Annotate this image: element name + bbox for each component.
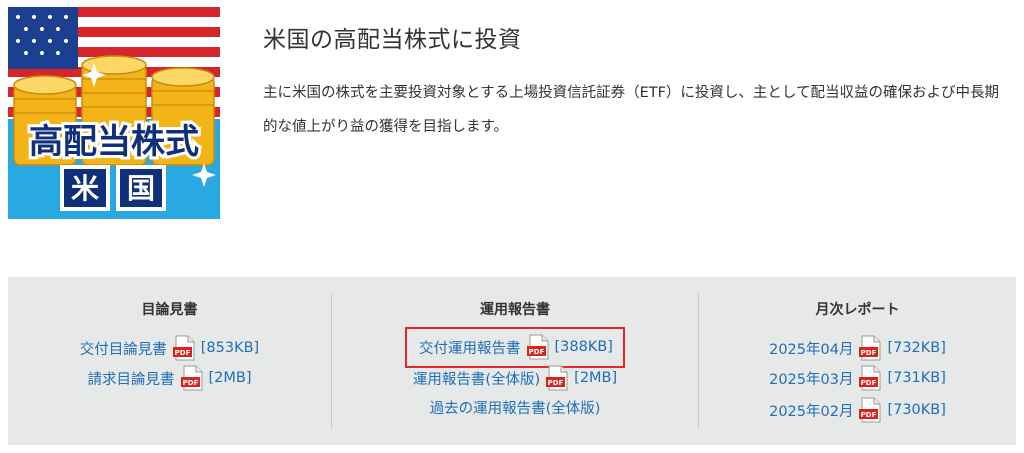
delivered-report-link[interactable]: 交付運用報告書	[419, 337, 521, 358]
pdf-icon[interactable]: PDF	[859, 397, 881, 423]
report-link-row: 過去の運用報告書(全体版)	[332, 397, 698, 421]
label-char-2: 国	[127, 172, 155, 205]
monthly-report-link[interactable]: 2025年03月	[769, 368, 853, 389]
fund-thumbnail: 高配当株式 米 国	[8, 7, 220, 219]
svg-text:PDF: PDF	[548, 379, 564, 387]
svg-text:PDF: PDF	[861, 411, 877, 419]
highlighted-report-box: 交付運用報告書 PDF [388KB]	[405, 327, 625, 368]
requested-prospectus-link[interactable]: 請求目論見書	[88, 368, 175, 389]
monthly-heading: 月次レポート	[815, 302, 900, 318]
monthly-column: 月次レポート 2025年04月 PDF [732KB] 2025年03月 PDF…	[699, 277, 1016, 445]
pdf-icon[interactable]: PDF	[180, 365, 203, 391]
prospectus-heading: 目論見書	[141, 302, 198, 318]
monthly-report-link[interactable]: 2025年02月	[769, 400, 853, 421]
pdf-icon[interactable]: PDF	[859, 365, 881, 391]
fund-title: 米国の高配当株式に投資	[263, 27, 522, 53]
reports-heading: 運用報告書	[480, 302, 550, 318]
banner-text: 高配当株式	[29, 122, 199, 162]
file-size[interactable]: [730KB]	[887, 402, 945, 418]
monthly-link-row: 2025年03月 PDF [731KB]	[699, 365, 1016, 391]
file-size[interactable]: [853KB]	[201, 340, 259, 356]
pdf-icon[interactable]: PDF	[172, 335, 195, 361]
monthly-link-row: 2025年02月 PDF [730KB]	[699, 397, 1016, 423]
delivered-prospectus-link[interactable]: 交付目論見書	[80, 338, 167, 359]
monthly-report-link[interactable]: 2025年04月	[769, 338, 853, 359]
monthly-link-row: 2025年04月 PDF [732KB]	[699, 335, 1016, 361]
pdf-icon[interactable]: PDF	[859, 335, 881, 361]
documents-panel: 目論見書 交付目論見書 PDF [853KB] 請求目論見書 PDF [2MB]…	[8, 277, 1016, 445]
file-size[interactable]: [2MB]	[574, 370, 617, 386]
prospectus-column: 目論見書 交付目論見書 PDF [853KB] 請求目論見書 PDF [2MB]	[8, 277, 331, 445]
svg-text:PDF: PDF	[182, 379, 198, 387]
prospectus-link-row: 交付目論見書 PDF [853KB]	[8, 335, 331, 361]
report-link-row: 運用報告書(全体版) PDF [2MB]	[332, 365, 698, 391]
file-size[interactable]: [2MB]	[209, 370, 252, 386]
full-report-link[interactable]: 運用報告書(全体版)	[413, 368, 540, 389]
pdf-icon[interactable]: PDF	[526, 334, 549, 360]
file-size[interactable]: [388KB]	[555, 339, 613, 355]
svg-text:PDF: PDF	[861, 349, 877, 357]
label-char-1: 米	[71, 172, 99, 205]
us-high-dividend-illustration: 高配当株式 米 国	[8, 7, 220, 219]
file-size[interactable]: [732KB]	[887, 340, 945, 356]
report-link-row: 交付運用報告書 PDF [388KB]	[332, 327, 698, 368]
svg-text:PDF: PDF	[528, 348, 544, 356]
past-reports-link[interactable]: 過去の運用報告書(全体版)	[430, 397, 601, 418]
svg-text:PDF: PDF	[174, 349, 190, 357]
pdf-icon[interactable]: PDF	[546, 365, 568, 391]
reports-column: 運用報告書 交付運用報告書 PDF [388KB] 運用報告書(全体版) PDF…	[332, 277, 698, 445]
svg-text:PDF: PDF	[861, 379, 877, 387]
file-size[interactable]: [731KB]	[887, 370, 945, 386]
fund-description: 主に米国の株式を主要投資対象とする上場投資信託証券（ETF）に投資し、主として配…	[263, 85, 999, 135]
prospectus-link-row: 請求目論見書 PDF [2MB]	[8, 365, 331, 391]
